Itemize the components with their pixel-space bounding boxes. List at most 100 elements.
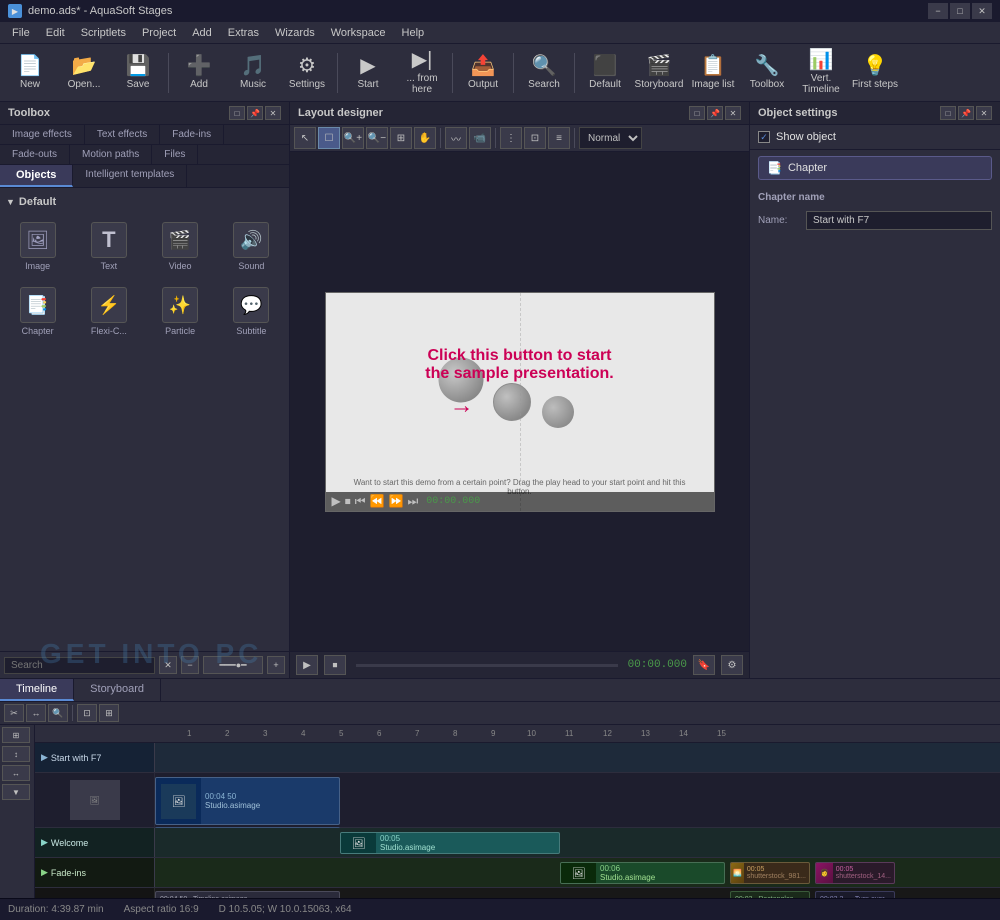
zoom-fit-button[interactable]: ⊞ <box>390 127 412 149</box>
tl-side-btn-3[interactable]: ↔ <box>2 765 30 781</box>
from-here-button[interactable]: ▶| ... from here <box>396 47 448 99</box>
menu-extras[interactable]: Extras <box>220 25 267 41</box>
object-text[interactable]: T Text <box>75 216 142 277</box>
clip-sub-3[interactable]: 00:03 2... Turn over <box>815 891 895 898</box>
snap-button[interactable]: ⊡ <box>524 127 546 149</box>
tl-side-btn-1[interactable]: ⊞ <box>2 727 30 743</box>
tl-side-btn-2[interactable]: ↕ <box>2 746 30 762</box>
clip-4[interactable]: 🖼 00:06 Studio.asimage <box>560 862 725 884</box>
tl-zoom-in-button[interactable]: 🔍 <box>48 704 68 722</box>
tab-image-effects[interactable]: Image effects <box>0 125 85 144</box>
tab-intelligent-templates[interactable]: Intelligent templates <box>73 165 187 187</box>
vert-timeline-button[interactable]: 📊 Vert. Timeline <box>795 47 847 99</box>
obj-settings-restore-button[interactable]: □ <box>940 106 956 120</box>
tab-fade-ins[interactable]: Fade-ins <box>160 125 224 144</box>
zoom-out-button[interactable]: 🔍− <box>366 127 388 149</box>
align-button[interactable]: ≡ <box>548 127 570 149</box>
clip-5[interactable]: 🌅 00:05 shutterstock_981... <box>730 862 810 884</box>
menu-project[interactable]: Project <box>134 25 184 41</box>
play-pause-icon[interactable]: ▶ <box>332 494 341 508</box>
start-button[interactable]: ▶ Start <box>342 47 394 99</box>
add-button[interactable]: ➕ Add <box>173 47 225 99</box>
output-button[interactable]: 📤 Output <box>457 47 509 99</box>
layout-designer-close-button[interactable]: ✕ <box>725 106 741 120</box>
motion-path-button[interactable]: 〰 <box>445 127 467 149</box>
minimize-button[interactable]: − <box>928 3 948 19</box>
save-button[interactable]: 💾 Save <box>112 47 164 99</box>
menu-edit[interactable]: Edit <box>38 25 73 41</box>
toolbox-pin-button[interactable]: 📌 <box>247 106 263 120</box>
search-clear-button[interactable]: ✕ <box>159 656 177 674</box>
step-fwd-icon[interactable]: ⏩ <box>389 494 404 508</box>
settings-button[interactable]: ⚙ Settings <box>281 47 333 99</box>
default-button[interactable]: ⬛ Default <box>579 47 631 99</box>
layout-designer-restore-button[interactable]: □ <box>689 106 705 120</box>
toolbox-close-button[interactable]: ✕ <box>265 106 281 120</box>
obj-settings-pin-button[interactable]: 📌 <box>958 106 974 120</box>
toolbox-button[interactable]: 🔧 Toolbox <box>741 47 793 99</box>
tl-cut-button[interactable]: ✂ <box>4 704 24 722</box>
search-minus-button[interactable]: − <box>181 656 199 674</box>
menu-scriptlets[interactable]: Scriptlets <box>73 25 134 41</box>
tab-storyboard[interactable]: Storyboard <box>74 679 161 701</box>
toolbox-restore-button[interactable]: □ <box>229 106 245 120</box>
show-object-checkbox[interactable] <box>758 131 770 143</box>
menu-wizards[interactable]: Wizards <box>267 25 323 41</box>
zoom-in-button[interactable]: 🔍+ <box>342 127 364 149</box>
tl-group-button[interactable]: ⊞ <box>99 704 119 722</box>
pan-button[interactable]: ✋ <box>414 127 436 149</box>
search-toolbar-button[interactable]: 🔍 Search <box>518 47 570 99</box>
search-slider[interactable]: ━━━●━ <box>203 656 263 674</box>
pb-stop-button[interactable]: ⏹ <box>324 655 346 675</box>
cursor-tool-button[interactable]: ☐ <box>318 127 340 149</box>
toolbox-search-input[interactable] <box>4 657 155 674</box>
new-button[interactable]: 📄 New <box>4 47 56 99</box>
search-plus-button[interactable]: + <box>267 656 285 674</box>
tab-objects[interactable]: Objects <box>0 165 73 187</box>
rewind-icon[interactable]: ⏮ <box>355 494 366 509</box>
timeline-scrubber[interactable] <box>356 664 618 667</box>
chapter-tab[interactable]: 📑 Chapter <box>758 156 992 180</box>
object-particle[interactable]: ✨ Particle <box>147 281 214 342</box>
storyboard-button[interactable]: 🎬 Storyboard <box>633 47 685 99</box>
clip-sub-2[interactable]: 00:03 Rectangles... <box>730 891 810 898</box>
object-sound[interactable]: 🔊 Sound <box>218 216 285 277</box>
obj-settings-close-button[interactable]: ✕ <box>976 106 992 120</box>
menu-help[interactable]: Help <box>394 25 433 41</box>
clip-1[interactable]: 🖼 00:04 50 Studio.asimage <box>155 777 340 825</box>
layout-designer-pin-button[interactable]: 📌 <box>707 106 723 120</box>
chapter-name-input[interactable] <box>806 211 992 230</box>
open-button[interactable]: 📂 Open... <box>58 47 110 99</box>
clip-sub-1[interactable]: 00:04 50 Timeline.asimage <box>155 891 340 898</box>
object-subtitle[interactable]: 💬 Subtitle <box>218 281 285 342</box>
select-tool-button[interactable]: ↖ <box>294 127 316 149</box>
maximize-button[interactable]: □ <box>950 3 970 19</box>
object-chapter[interactable]: 📑 Chapter <box>4 281 71 342</box>
tl-move-button[interactable]: ↔ <box>26 704 46 722</box>
pb-play-button[interactable]: ▶ <box>296 655 318 675</box>
tab-motion-paths[interactable]: Motion paths <box>70 145 152 164</box>
layout-dropdown[interactable]: Normal <box>579 127 642 149</box>
music-button[interactable]: 🎵 Music <box>227 47 279 99</box>
pb-settings-button[interactable]: ⚙ <box>721 655 743 675</box>
pb-bookmark-button[interactable]: 🔖 <box>693 655 715 675</box>
object-flexi-c[interactable]: ⚡ Flexi-C... <box>75 281 142 342</box>
tab-fade-outs[interactable]: Fade-outs <box>0 145 70 164</box>
first-steps-button[interactable]: 💡 First steps <box>849 47 901 99</box>
menu-workspace[interactable]: Workspace <box>323 25 394 41</box>
window-controls[interactable]: − □ ✕ <box>928 3 992 19</box>
tl-snap-button[interactable]: ⊡ <box>77 704 97 722</box>
stop-icon[interactable]: ⏹ <box>345 494 351 509</box>
video-button[interactable]: 📹 <box>469 127 491 149</box>
clip-6[interactable]: 👩 00:05 shutterstock_14... <box>815 862 895 884</box>
tab-text-effects[interactable]: Text effects <box>85 125 160 144</box>
tab-timeline[interactable]: Timeline <box>0 679 74 701</box>
step-back-icon[interactable]: ⏪ <box>370 494 385 508</box>
object-video[interactable]: 🎬 Video <box>147 216 214 277</box>
menu-add[interactable]: Add <box>184 25 220 41</box>
grid-button[interactable]: ⋮ <box>500 127 522 149</box>
clip-3[interactable]: 🖼 00:05 Studio.asimage <box>340 832 560 854</box>
tl-side-btn-4[interactable]: ▼ <box>2 784 30 800</box>
menu-file[interactable]: File <box>4 25 38 41</box>
fast-fwd-icon[interactable]: ⏭ <box>407 494 418 509</box>
